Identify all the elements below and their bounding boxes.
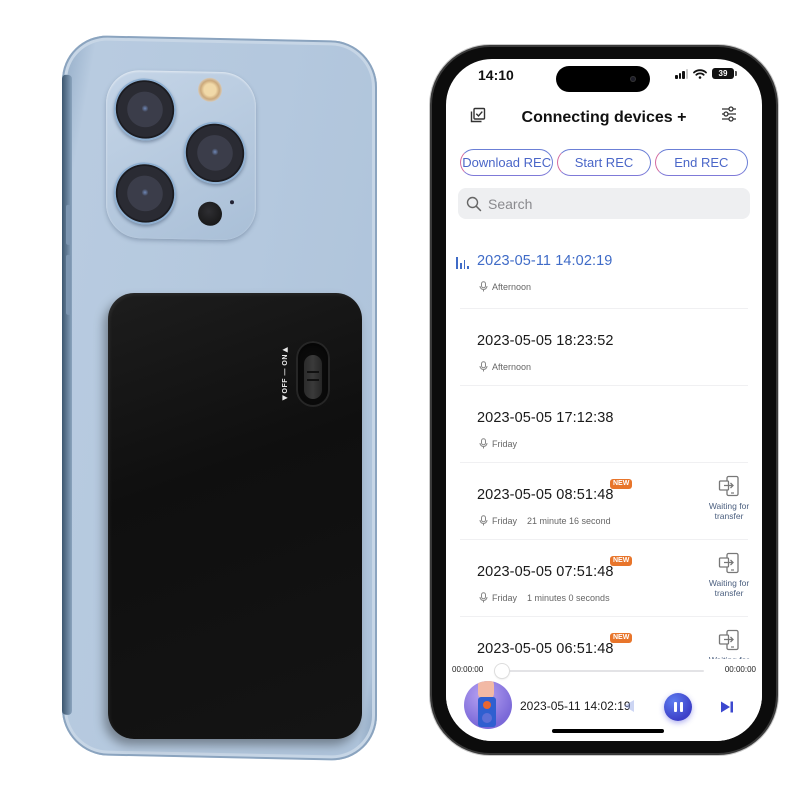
recording-title: 2023-05-05 17:12:38 bbox=[477, 410, 614, 426]
home-indicator[interactable] bbox=[552, 729, 664, 733]
pause-button[interactable] bbox=[664, 693, 692, 721]
app-screen: 14:10 39 Connecting devices + Download R… bbox=[446, 59, 762, 741]
transfer-icon bbox=[718, 475, 739, 497]
recording-list-item[interactable]: 2023-05-05 07:51:48 NEW Friday 1 minutes 0 … bbox=[460, 540, 749, 617]
camera-lens bbox=[184, 121, 246, 185]
phone-frame-edge bbox=[62, 74, 72, 715]
wifi-icon bbox=[693, 68, 707, 79]
transfer-status: Waiting for transfer bbox=[708, 501, 750, 521]
transfer-icon bbox=[718, 629, 739, 651]
recording-list-item[interactable]: 2023-05-11 14:02:19 Afternoon bbox=[456, 229, 748, 309]
microphone-icon bbox=[479, 281, 488, 292]
status-time: 14:10 bbox=[478, 67, 514, 83]
recording-tag: Friday bbox=[492, 592, 518, 603]
recording-list-item[interactable]: 2023-05-05 17:12:38 Friday bbox=[460, 386, 748, 463]
camera-flash bbox=[198, 77, 222, 103]
front-camera-icon bbox=[630, 76, 636, 82]
recording-meta: Friday bbox=[479, 438, 517, 449]
end-rec-button[interactable]: End REC bbox=[654, 149, 748, 176]
recording-meta: Afternoon bbox=[479, 361, 531, 372]
power-switch-knob bbox=[304, 355, 322, 399]
camera-lens bbox=[114, 77, 176, 142]
recording-list: 2023-05-11 14:02:19 Afternoon 2023-05-05 1… bbox=[446, 229, 762, 694]
search-bar[interactable] bbox=[458, 188, 750, 219]
dynamic-island bbox=[556, 66, 650, 92]
progress-thumb[interactable] bbox=[495, 664, 509, 678]
recording-tag: Afternoon bbox=[492, 361, 532, 372]
recording-meta: Friday 21 minute 16 second bbox=[479, 515, 611, 526]
recording-list-item[interactable]: 2023-05-05 18:23:52 Afternoon bbox=[460, 309, 748, 386]
microphone-icon bbox=[479, 438, 488, 449]
recording-list-item[interactable]: 2023-05-05 08:51:48 NEW Friday 21 minute 16… bbox=[460, 463, 749, 540]
side-button bbox=[66, 254, 71, 315]
status-bar: 14:10 39 bbox=[446, 59, 762, 95]
recording-title: 2023-05-11 14:02:19 bbox=[477, 253, 613, 269]
recording-duration: 21 minute 16 second bbox=[527, 515, 611, 526]
new-badge: NEW bbox=[610, 479, 633, 489]
recording-title: 2023-05-05 08:51:48 bbox=[477, 487, 614, 503]
cellular-signal-icon bbox=[675, 68, 688, 79]
next-track-icon[interactable] bbox=[720, 700, 734, 714]
camera-module bbox=[106, 69, 256, 241]
transfer-icon bbox=[718, 552, 739, 574]
now-playing-title: 2023-05-11 14:02:19 bbox=[520, 699, 631, 713]
recording-title: 2023-05-05 06:51:48 bbox=[477, 641, 614, 657]
audio-player: 00:00:00 00:00:00 2023-05-11 14:02:19 bbox=[446, 659, 762, 741]
transfer-status: Waiting for transfer bbox=[708, 578, 750, 598]
power-switch bbox=[296, 341, 330, 407]
page-title[interactable]: Connecting devices + bbox=[446, 109, 762, 127]
new-badge: NEW bbox=[610, 556, 633, 566]
progress-row: 00:00:00 00:00:00 bbox=[452, 663, 756, 678]
microphone-icon bbox=[479, 592, 488, 603]
start-rec-button[interactable]: Start REC bbox=[557, 149, 651, 176]
recording-title: 2023-05-05 07:51:48 bbox=[477, 564, 614, 580]
recording-meta: Afternoon bbox=[479, 281, 531, 292]
sliders-filter-icon[interactable] bbox=[720, 105, 738, 123]
microphone-icon bbox=[479, 515, 488, 526]
search-icon bbox=[466, 196, 482, 211]
recording-tag: Friday bbox=[492, 515, 518, 526]
recording-title: 2023-05-05 18:23:52 bbox=[477, 333, 614, 349]
elapsed-time: 00:00:00 bbox=[452, 665, 484, 674]
recording-tag: Afternoon bbox=[492, 281, 532, 292]
microphone-icon bbox=[479, 361, 488, 372]
rec-button-group: Download REC Start REC End REC bbox=[460, 149, 748, 176]
side-button bbox=[66, 204, 71, 245]
previous-track-icon[interactable] bbox=[622, 699, 636, 713]
progress-slider[interactable] bbox=[495, 664, 704, 678]
microphone-dot bbox=[230, 200, 234, 205]
recording-meta: Friday 1 minutes 0 seconds bbox=[479, 592, 610, 603]
status-icons: 39 bbox=[675, 68, 737, 79]
lidar-sensor bbox=[198, 201, 222, 227]
recording-duration: 1 minutes 0 seconds bbox=[527, 592, 610, 603]
pause-icon bbox=[673, 702, 677, 712]
nav-bar: Connecting devices + bbox=[446, 97, 762, 137]
transfer-button[interactable]: Waiting for transfer bbox=[704, 552, 754, 598]
album-cover[interactable] bbox=[464, 681, 512, 729]
transfer-button[interactable]: Waiting for transfer bbox=[704, 475, 754, 521]
recording-tag: Friday bbox=[492, 438, 518, 449]
download-rec-button[interactable]: Download REC bbox=[460, 149, 554, 176]
battery-icon: 39 bbox=[712, 68, 737, 79]
total-time: 00:00:00 bbox=[724, 665, 756, 674]
phone-front: 14:10 39 Connecting devices + Download R… bbox=[432, 47, 776, 753]
playing-waveform-icon bbox=[456, 255, 470, 269]
magnetic-power-bank: ◀OFF — ON▶ bbox=[108, 293, 362, 739]
search-input[interactable] bbox=[488, 195, 728, 212]
camera-lens bbox=[114, 161, 176, 226]
new-badge: NEW bbox=[610, 633, 633, 643]
